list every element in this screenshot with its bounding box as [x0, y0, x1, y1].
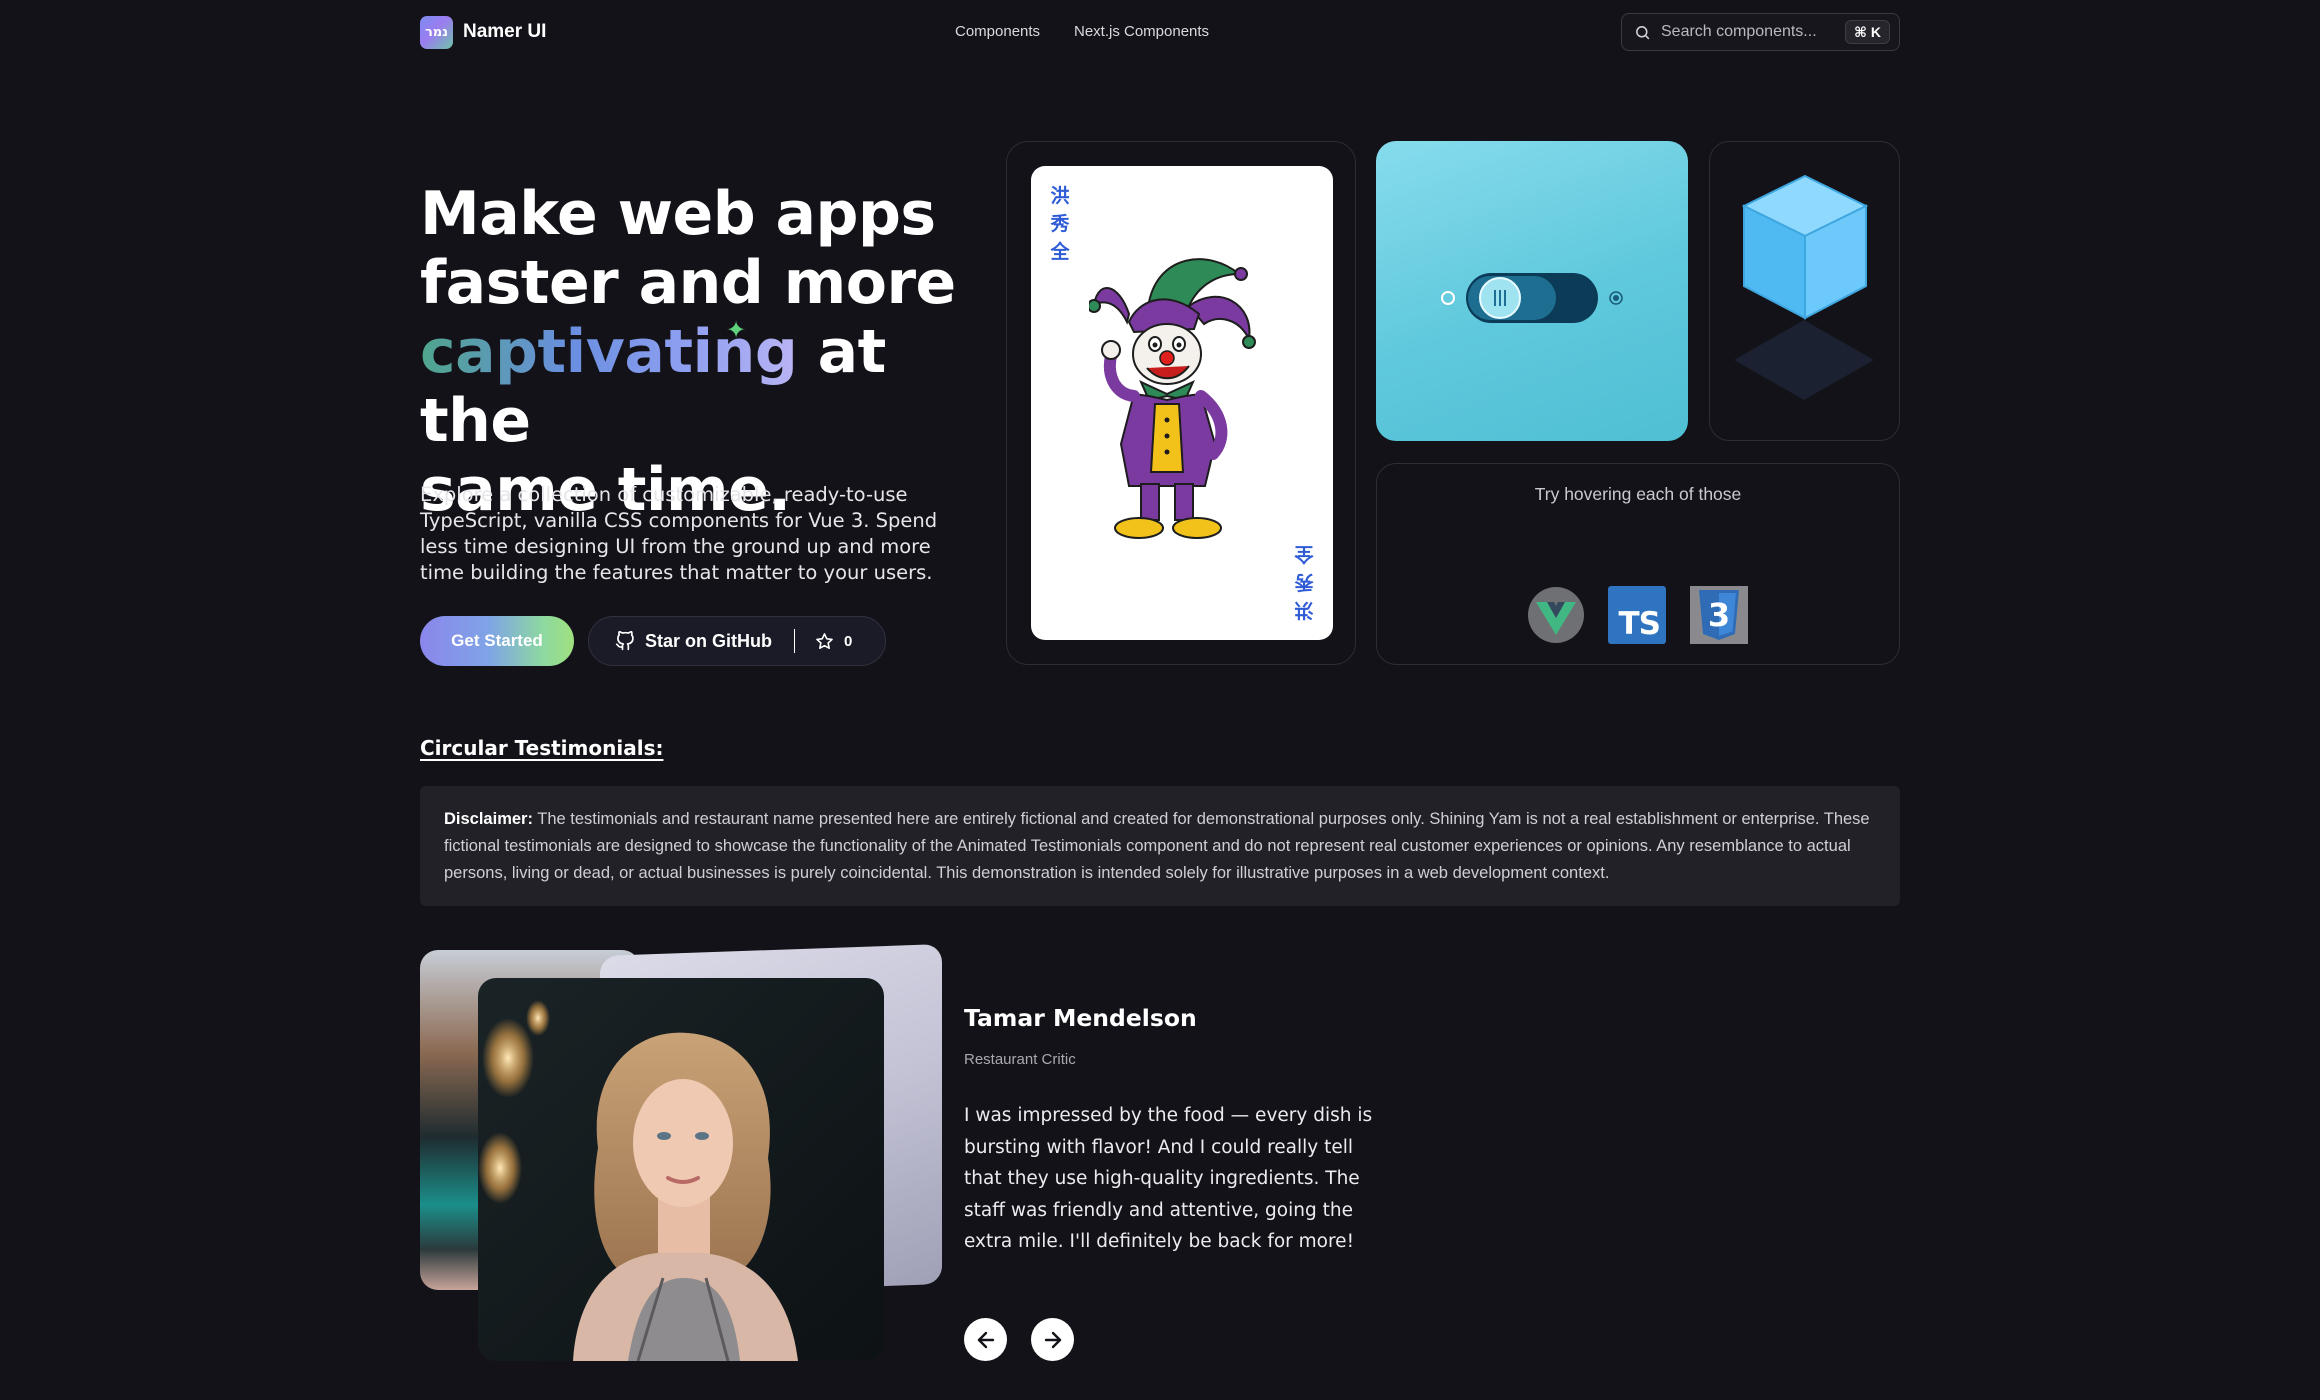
testimonial-role: Restaurant Critic: [964, 1051, 1076, 1068]
hero-title-line-1: Make web apps: [420, 179, 936, 249]
hover-hint: Try hovering each of those: [1534, 484, 1742, 504]
typescript-label: TS: [1618, 606, 1661, 642]
nav-components[interactable]: Components: [955, 23, 1040, 40]
card-bottom-corner: 洪 秀 全: [1293, 540, 1315, 624]
github-button-label: Star on GitHub: [645, 630, 772, 651]
star-icon: [816, 632, 833, 649]
search-shortcut: ⌘ K: [1845, 20, 1890, 44]
search-placeholder: Search components...: [1661, 23, 1817, 40]
disclaimer-label: Disclaimer:: [444, 810, 533, 828]
github-divider: [794, 629, 795, 653]
cube-icon: [1734, 174, 1874, 400]
nav-nextjs-components[interactable]: Next.js Components: [1074, 23, 1209, 40]
github-star-count: 0: [844, 632, 853, 650]
testimonial-name: Tamar Mendelson: [964, 1004, 1197, 1032]
card-char: 秀: [1050, 213, 1070, 235]
typescript-icon[interactable]: TS: [1608, 586, 1666, 644]
disclaimer-text: The testimonials and restaurant name pre…: [444, 810, 1870, 882]
prev-testimonial-button[interactable]: [964, 1318, 1007, 1361]
section-title: Circular Testimonials:: [420, 736, 664, 760]
vue-icon[interactable]: [1527, 586, 1585, 644]
github-icon: [615, 631, 634, 651]
toggle-panel[interactable]: [1376, 141, 1688, 441]
next-testimonial-button[interactable]: [1031, 1318, 1074, 1361]
card-char: 秀: [1294, 571, 1314, 593]
arrow-right-icon: [1044, 1331, 1061, 1348]
get-started-button[interactable]: Get Started: [420, 616, 574, 666]
star-on-github-button[interactable]: Star on GitHub 0: [588, 616, 886, 666]
toggle-switch[interactable]: [1440, 271, 1624, 325]
css3-label: 3: [1708, 596, 1730, 634]
testimonial-photo-active[interactable]: [478, 978, 884, 1361]
arrow-left-icon: [977, 1331, 994, 1348]
hero-title-line-2: faster and more: [420, 248, 956, 318]
search-icon: [1636, 25, 1650, 39]
card-char: 洪: [1050, 185, 1070, 207]
hero-description: Explore a collection of customizable, re…: [420, 483, 938, 584]
card-top-corner: 洪 秀 全: [1049, 182, 1071, 266]
brand-name[interactable]: Namer UI: [463, 21, 546, 43]
css3-icon[interactable]: 3: [1690, 586, 1748, 644]
hero-title: Make web apps faster and more captivatin…: [420, 180, 980, 525]
disclaimer-box: Disclaimer: The testimonials and restaur…: [420, 786, 1900, 906]
testimonial-quote: I was impressed by the food — every dish…: [964, 1105, 1373, 1252]
card-char: 全: [1294, 543, 1314, 565]
search-input[interactable]: Search components... ⌘ K: [1621, 13, 1900, 51]
hero-title-line-3: captivating at the: [420, 318, 980, 456]
joker-illustration: [1089, 258, 1256, 539]
logo[interactable]: נמר: [420, 16, 453, 49]
playing-card[interactable]: 洪 秀 全 洪 秀 全: [1031, 166, 1333, 640]
cube-panel[interactable]: [1709, 141, 1900, 441]
sparkle-icon: ✦: [726, 317, 747, 344]
card-char: 洪: [1294, 599, 1314, 621]
card-char: 全: [1050, 241, 1070, 263]
